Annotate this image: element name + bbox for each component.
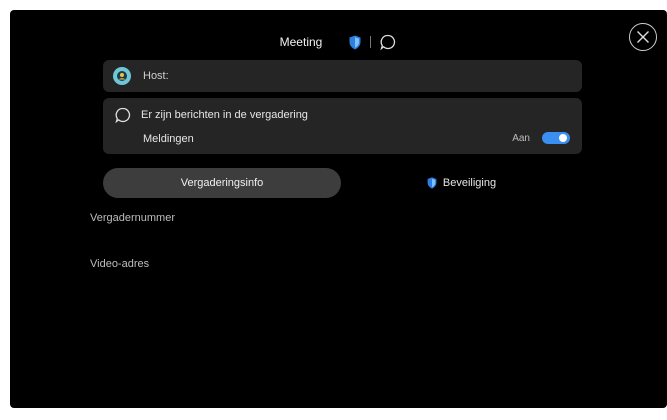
host-card[interactable]: Host:: [103, 60, 582, 92]
messages-text: Er zijn berichten in de vergadering: [141, 109, 308, 121]
header-bar: Meeting: [10, 32, 667, 52]
tab-meeting-info[interactable]: Vergaderingsinfo: [103, 168, 341, 198]
messages-card: Er zijn berichten in de vergadering Meld…: [103, 98, 582, 154]
tab-security[interactable]: Beveiliging: [341, 168, 582, 198]
meeting-number-label: Vergadernummer: [90, 212, 175, 224]
toggle-knob: [559, 134, 567, 142]
notifications-toggle-group: Aan: [512, 132, 570, 144]
notifications-toggle[interactable]: [542, 132, 570, 144]
close-button[interactable]: [629, 23, 657, 51]
shield-icon: [427, 177, 437, 189]
notifications-label: Meldingen: [143, 133, 194, 145]
toggle-state-label: Aan: [512, 132, 530, 144]
shield-icon[interactable]: [348, 34, 362, 50]
page-title: Meeting: [279, 35, 323, 49]
host-label: Host:: [143, 70, 169, 82]
tab-security-label: Beveiliging: [442, 177, 497, 189]
close-icon: [637, 31, 649, 43]
messages-row: Er zijn berichten in de vergadering: [115, 107, 308, 123]
chat-bubble-icon: [115, 107, 131, 123]
avatar-icon: [113, 67, 131, 85]
video-address-label: Video-adres: [90, 258, 150, 270]
meeting-panel: Meeting Host: Er zijn berichten in de ve…: [10, 10, 667, 408]
header-divider: [370, 36, 372, 48]
chat-bubble-icon[interactable]: [379, 33, 397, 51]
